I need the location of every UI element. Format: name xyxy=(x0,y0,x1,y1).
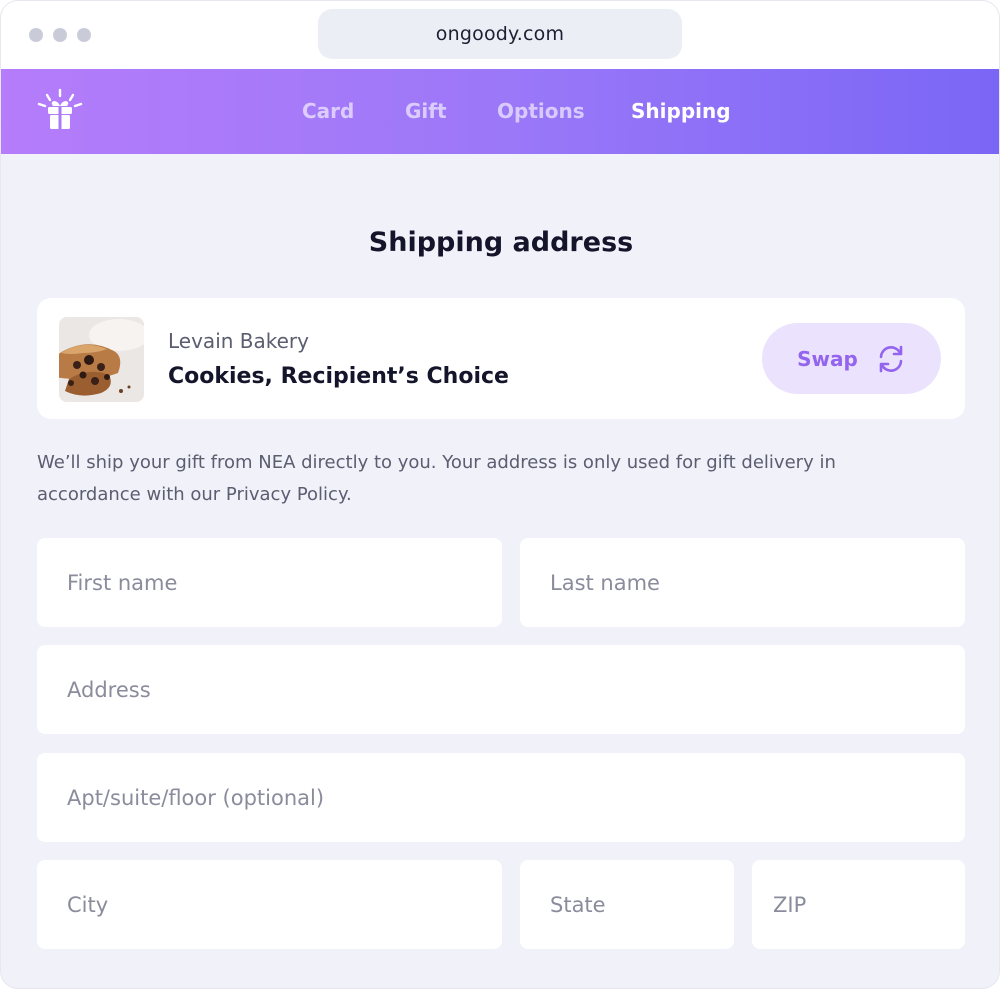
step-nav: Card Gift Options Shipping xyxy=(1,69,999,154)
window-dot-icon[interactable] xyxy=(53,28,67,42)
product-card: Levain Bakery Cookies, Recipient’s Choic… xyxy=(37,298,965,419)
zip-field[interactable] xyxy=(752,860,965,949)
tab-gift[interactable]: Gift xyxy=(405,99,447,123)
product-image xyxy=(59,317,144,402)
last-name-input[interactable] xyxy=(550,570,965,595)
page-title: Shipping address xyxy=(368,227,634,258)
window-dot-icon[interactable] xyxy=(29,28,43,42)
swap-button[interactable]: Swap xyxy=(762,323,941,394)
product-name: Cookies, Recipient’s Choice xyxy=(168,364,509,389)
tab-options[interactable]: Options xyxy=(497,99,585,123)
tab-card[interactable]: Card xyxy=(302,99,354,123)
first-name-field[interactable] xyxy=(37,538,502,627)
swap-button-label: Swap xyxy=(797,346,858,371)
first-name-input[interactable] xyxy=(67,570,502,595)
cookies-photo-icon xyxy=(59,317,144,402)
city-field[interactable] xyxy=(37,860,502,949)
vendor-name: Levain Bakery xyxy=(168,329,309,353)
apt-input[interactable] xyxy=(67,785,965,810)
browser-window: ongoody.com Card Gift Options Shipping S… xyxy=(0,0,1000,989)
state-input[interactable] xyxy=(550,892,734,917)
browser-chrome: ongoody.com xyxy=(1,1,999,69)
gift-logo-icon[interactable] xyxy=(37,87,83,133)
apt-field[interactable] xyxy=(37,753,965,842)
city-input[interactable] xyxy=(67,892,502,917)
address-input[interactable] xyxy=(67,677,965,702)
url-bar[interactable]: ongoody.com xyxy=(318,9,682,59)
window-dot-icon[interactable] xyxy=(77,28,91,42)
privacy-notice: We’ll ship your gift from NEA directly t… xyxy=(37,452,836,505)
address-field[interactable] xyxy=(37,645,965,734)
last-name-field[interactable] xyxy=(520,538,965,627)
state-field[interactable] xyxy=(520,860,734,949)
refresh-icon xyxy=(879,345,903,372)
zip-input[interactable] xyxy=(773,892,965,917)
tab-shipping[interactable]: Shipping xyxy=(631,99,731,123)
